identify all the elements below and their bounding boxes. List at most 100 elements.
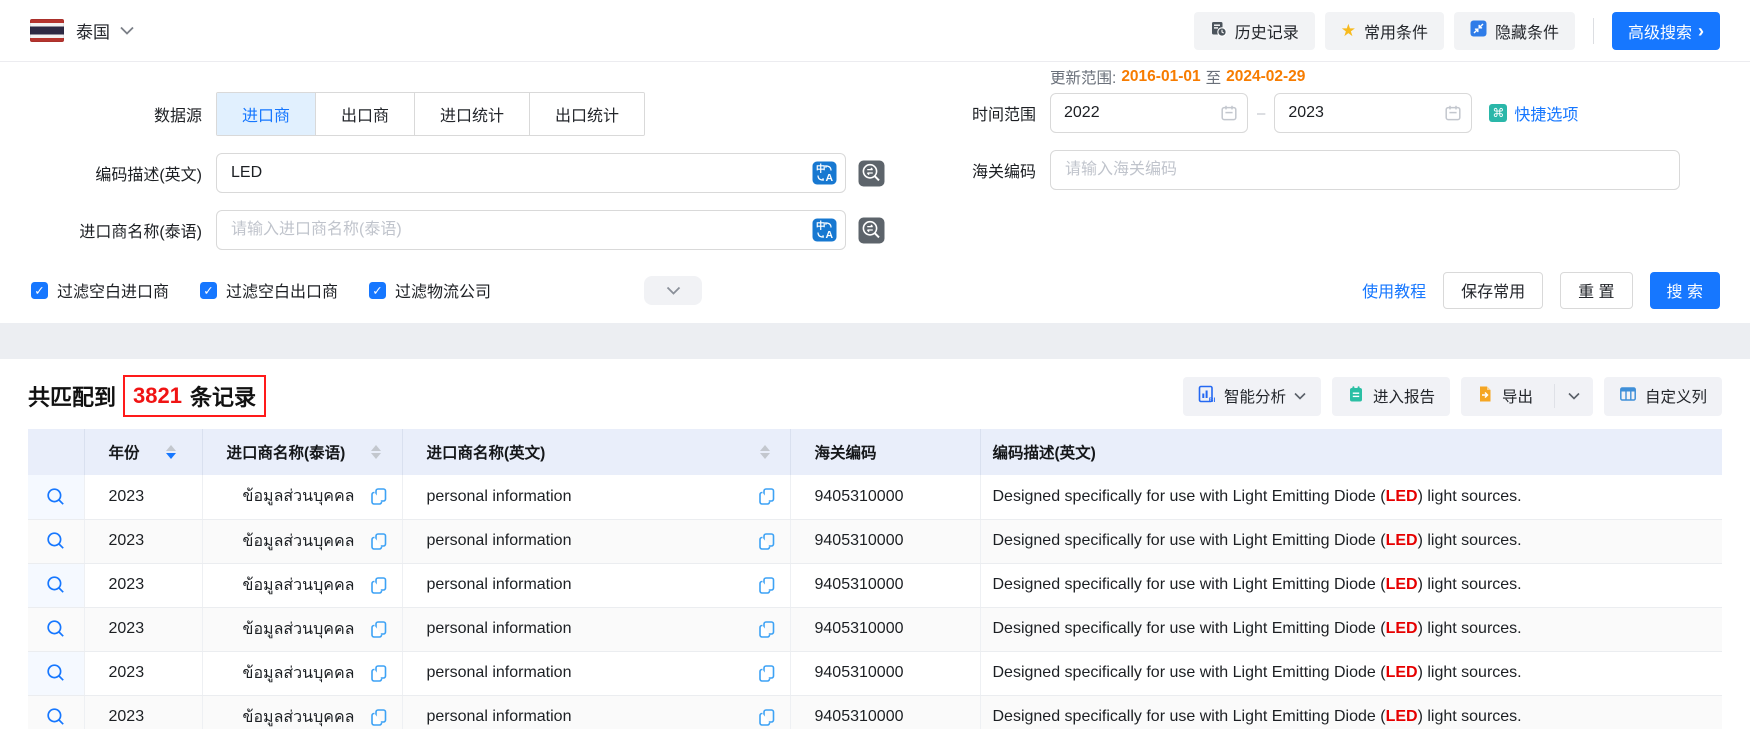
cell-name-th: ข้อมูลส่วนบุคคล [243, 661, 355, 686]
date-to-input[interactable] [1274, 93, 1472, 133]
history-icon [1210, 20, 1227, 42]
copy-icon[interactable] [370, 487, 388, 506]
quick-options[interactable]: ⌘ 快捷选项 [1489, 101, 1578, 125]
cell-hs-code: 9405310000 [790, 651, 980, 695]
checkbox-filter-logistics[interactable]: ✓ 过滤物流公司 [369, 278, 491, 302]
table-body: 2023 ข้อมูลส่วนบุคคล personal informatio… [28, 475, 1722, 729]
description-row: 编码描述(英文) 中A [2, 153, 902, 193]
export-file-icon [1476, 385, 1494, 408]
advanced-search-button[interactable]: 高级搜索 › [1612, 12, 1720, 50]
export-split-button: 导出 [1461, 377, 1593, 416]
sort-control-importer-th[interactable] [371, 445, 381, 459]
fuzzy-search-icon[interactable] [858, 217, 885, 244]
table-row: 2023 ข้อมูลส่วนบุคคล personal informatio… [28, 475, 1722, 519]
export-button[interactable]: 导出 [1461, 377, 1546, 416]
update-range-to: 2024-02-29 [1226, 68, 1305, 86]
chevron-down-icon [1294, 392, 1306, 400]
sort-control-year[interactable] [166, 445, 176, 459]
row-search-icon[interactable] [46, 619, 66, 639]
date-from-input[interactable] [1050, 93, 1248, 133]
row-search-icon[interactable] [46, 531, 66, 551]
search-button[interactable]: 搜 索 [1650, 272, 1720, 309]
copy-icon[interactable] [758, 664, 776, 683]
translate-icon[interactable]: 中A [812, 161, 837, 190]
tab-importer[interactable]: 进口商 [217, 93, 315, 135]
search-right-column: 更新范围: 2016-01-01 至 2024-02-29 时间范围 – ⌘ [902, 62, 1750, 267]
row-search-icon[interactable] [46, 487, 66, 507]
hide-conditions-button[interactable]: 隐藏条件 [1454, 12, 1575, 50]
update-range-from: 2016-01-01 [1121, 68, 1200, 86]
cell-description: Designed specifically for use with Light… [980, 519, 1722, 563]
thailand-flag-icon [30, 19, 64, 42]
date-from-wrap [1050, 93, 1248, 133]
copy-icon[interactable] [370, 664, 388, 683]
row-detail-cell [28, 519, 84, 563]
row-search-icon[interactable] [46, 663, 66, 683]
header-importer-th: 进口商名称(泰语) [202, 429, 402, 475]
cell-description: Designed specifically for use with Light… [980, 651, 1722, 695]
copy-icon[interactable] [758, 576, 776, 595]
cell-year: 2023 [84, 651, 202, 695]
section-divider [0, 323, 1750, 359]
row-detail-cell [28, 651, 84, 695]
customize-columns-button[interactable]: 自定义列 [1604, 377, 1722, 416]
tab-import-stats[interactable]: 进口统计 [414, 93, 529, 135]
topbar: 泰国 历史记录 ★ 常用条件 隐藏条件 高级搜索 › [0, 0, 1750, 62]
row-search-icon[interactable] [46, 707, 66, 727]
cell-hs-code: 9405310000 [790, 519, 980, 563]
header-year: 年份 [84, 429, 202, 475]
copy-icon[interactable] [758, 487, 776, 506]
header-hs-code: 海关编码 [790, 429, 980, 475]
chevron-right-icon: › [1698, 22, 1704, 40]
tutorial-link[interactable]: 使用教程 [1362, 278, 1426, 302]
copy-icon[interactable] [758, 708, 776, 727]
header-importer-en: 进口商名称(英文) [402, 429, 790, 475]
header-description: 编码描述(英文) [980, 429, 1722, 475]
favorites-button[interactable]: ★ 常用条件 [1325, 12, 1444, 50]
history-button[interactable]: 历史记录 [1194, 12, 1315, 50]
collapse-panel-button[interactable] [644, 276, 702, 305]
country-selector-label[interactable]: 泰国 [76, 18, 110, 43]
topbar-divider [1593, 18, 1594, 44]
description-input[interactable] [216, 153, 846, 193]
description-label: 编码描述(英文) [2, 161, 202, 185]
export-dropdown-toggle[interactable] [1554, 384, 1593, 408]
hs-code-input[interactable] [1050, 150, 1680, 190]
copy-icon[interactable] [758, 532, 776, 551]
checkbox-filter-blank-exporter[interactable]: ✓ 过滤空白出口商 [200, 278, 338, 302]
desc-after: ) light sources. [1418, 488, 1522, 505]
svg-text:中: 中 [816, 220, 826, 232]
importer-name-input[interactable] [216, 210, 846, 250]
desc-before: Designed specifically for use with Light… [993, 532, 1386, 549]
time-range-label: 时间范围 [902, 101, 1036, 125]
date-to-wrap [1274, 93, 1472, 133]
tab-exporter[interactable]: 出口商 [315, 93, 414, 135]
desc-led-highlight: LED [1386, 576, 1418, 593]
calendar-icon[interactable] [1444, 104, 1462, 127]
calendar-icon[interactable] [1220, 104, 1238, 127]
row-search-icon[interactable] [46, 575, 66, 595]
smart-analysis-button[interactable]: BI 智能分析 [1183, 377, 1321, 416]
desc-before: Designed specifically for use with Light… [993, 620, 1386, 637]
reset-button[interactable]: 重 置 [1560, 272, 1632, 309]
copy-icon[interactable] [370, 532, 388, 551]
copy-icon[interactable] [370, 708, 388, 727]
svg-text:中: 中 [816, 163, 826, 175]
chevron-down-icon[interactable] [120, 26, 134, 35]
tab-export-stats[interactable]: 出口统计 [529, 93, 644, 135]
cell-name-en-wrap: personal information [402, 695, 790, 729]
cell-hs-code: 9405310000 [790, 695, 980, 729]
svg-text:A: A [826, 172, 834, 184]
copy-icon[interactable] [758, 620, 776, 639]
enter-report-button[interactable]: 进入报告 [1332, 377, 1450, 416]
sort-control-importer-en[interactable] [760, 445, 770, 459]
cell-name-th-wrap: ข้อมูลส่วนบุคคล [202, 475, 402, 519]
translate-icon[interactable]: 中A [812, 218, 837, 247]
checkbox-filter-blank-importer[interactable]: ✓ 过滤空白进口商 [31, 278, 169, 302]
desc-before: Designed specifically for use with Light… [993, 576, 1386, 593]
fuzzy-search-icon[interactable] [858, 160, 885, 187]
cell-name-th: ข้อมูลส่วนบุคคล [243, 705, 355, 729]
copy-icon[interactable] [370, 620, 388, 639]
copy-icon[interactable] [370, 576, 388, 595]
save-favorite-button[interactable]: 保存常用 [1443, 272, 1543, 309]
